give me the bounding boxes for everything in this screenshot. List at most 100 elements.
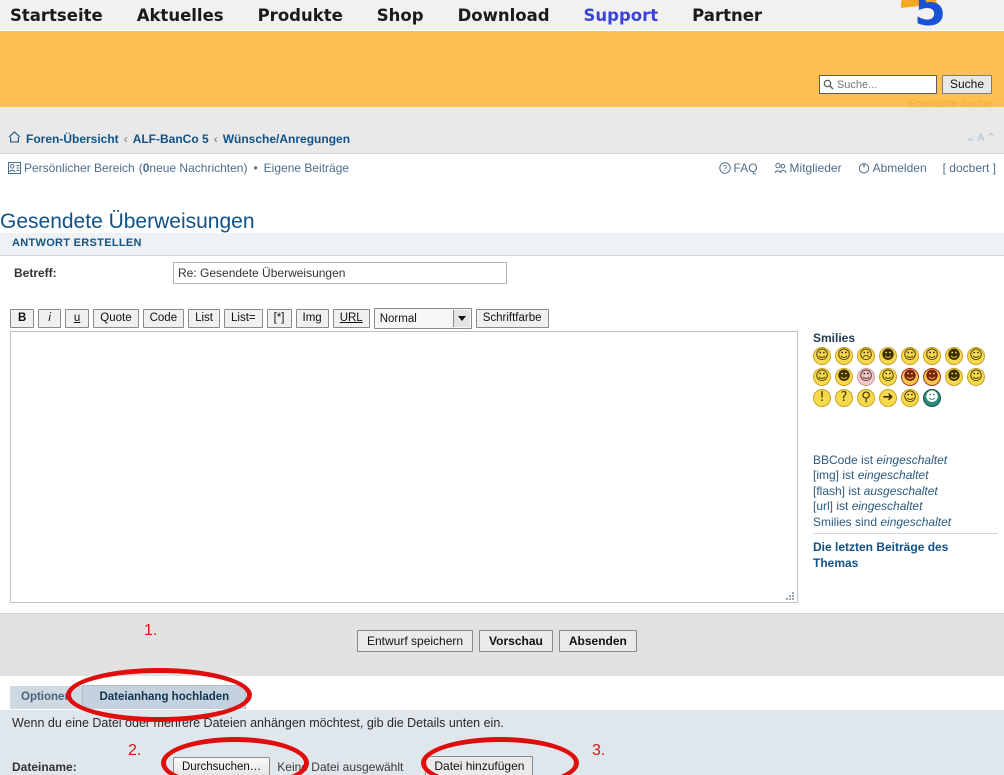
action-button-absenden[interactable]: Absenden: [558, 630, 637, 652]
breadcrumb-item-2[interactable]: Wünsche/Anregungen: [223, 132, 350, 146]
bbcode-button-url[interactable]: URL: [332, 309, 370, 328]
panel-tabs: Optionen Dateianhang hochladen: [10, 685, 247, 709]
font-size-select[interactable]: Normal: [373, 308, 472, 329]
breadcrumb-item-0[interactable]: Foren-Übersicht: [26, 132, 119, 146]
bbcode-button-code[interactable]: Code: [142, 309, 185, 328]
bbcode-info-state: ausgeschaltet: [863, 483, 938, 498]
bbcode-info-name: [flash]: [813, 483, 846, 498]
annotation-number-2: 2.: [128, 742, 142, 759]
font-size-increase-icon[interactable]: ⌃: [987, 133, 996, 144]
bbcode-info-verb: ist: [839, 468, 858, 483]
user-card-icon: [8, 162, 21, 174]
own-posts-link[interactable]: Eigene Beiträge: [264, 161, 349, 175]
font-color-button[interactable]: Schriftfarbe: [475, 309, 549, 328]
breadcrumb-item-1[interactable]: ALF-BanCo 5: [133, 132, 209, 146]
page-title: Gesendete Überweisungen: [0, 210, 255, 234]
action-button-entwurf[interactable]: Entwurf speichern: [357, 630, 474, 652]
username-label: [ docbert ]: [942, 161, 996, 175]
nav-item-aktuelles[interactable]: Aktuelles: [137, 6, 224, 25]
bbcode-info-state: eingeschaltet: [857, 468, 929, 483]
attachment-note: Wenn du eine Datei oder mehrere Dateien …: [12, 716, 504, 730]
smiley-question-icon[interactable]: ?: [835, 389, 853, 407]
search-box[interactable]: [818, 75, 937, 94]
bbcode-button-i[interactable]: i: [38, 309, 61, 328]
font-size-reset-icon[interactable]: A: [977, 133, 985, 144]
smiley-sad-icon[interactable]: ☹: [857, 347, 875, 365]
nav-item-download[interactable]: Download: [458, 6, 550, 25]
user-links-left: Persönlicher Bereich ( 0 neue Nachrichte…: [8, 161, 349, 175]
smiley-embarrassed-icon[interactable]: ☺: [857, 368, 875, 386]
smiley-shocked-icon[interactable]: ☺: [901, 347, 919, 365]
tab-optionen[interactable]: Optionen: [10, 686, 83, 709]
nav-item-shop[interactable]: Shop: [377, 6, 424, 25]
page-root: Startseite Aktuelles Produkte Shop Download S…: [0, 0, 1004, 775]
smiley-laughing-icon[interactable]: ☺: [967, 347, 985, 365]
subject-label: Betreff:: [14, 266, 57, 280]
smiley-very-happy-icon[interactable]: ☺: [813, 347, 831, 365]
smiley-cool-icon[interactable]: ☻: [945, 347, 963, 365]
add-file-button[interactable]: Datei hinzufügen: [425, 756, 534, 775]
personal-area-link[interactable]: Persönlicher Bereich: [24, 161, 135, 175]
font-size-tools[interactable]: ⌄ A ⌃: [966, 133, 996, 144]
smiley-rolling-eyes-icon[interactable]: ☻: [945, 368, 963, 386]
bbcode-button-list[interactable]: List: [188, 309, 221, 328]
message-textarea[interactable]: [10, 331, 798, 603]
nav-item-produkte[interactable]: Produkte: [258, 6, 343, 25]
bbcode-button-[interactable]: [*]: [266, 309, 292, 328]
bbcode-info-verb: sind: [851, 514, 881, 529]
latest-posts-link[interactable]: Die letzten Beiträge des Themas: [813, 539, 993, 571]
browse-button[interactable]: Durchsuchen…: [173, 756, 271, 775]
chevron-down-icon[interactable]: [452, 310, 470, 327]
smiley-neutral-icon[interactable]: ☺: [813, 368, 831, 386]
search-button[interactable]: Suche: [941, 75, 992, 94]
bbcode-button-quote[interactable]: Quote: [93, 309, 139, 328]
bbcode-info-verb: ist: [845, 483, 864, 498]
logout-link[interactable]: Abmelden: [858, 161, 927, 175]
smiley-twisted-evil-icon[interactable]: ☻: [923, 368, 941, 386]
smiley-mrgreen-icon[interactable]: ☻: [923, 389, 941, 407]
smiley-idea-icon[interactable]: ⚲: [857, 389, 875, 407]
smiley-evil-icon[interactable]: ☻: [901, 368, 919, 386]
annotation-number-3: 3.: [592, 742, 606, 759]
tab-dateianhang[interactable]: Dateianhang hochladen: [82, 685, 247, 709]
search-input[interactable]: [836, 78, 933, 91]
smiley-arrow-icon[interactable]: ➜: [879, 389, 897, 407]
font-size-decrease-icon[interactable]: ⌄: [966, 133, 975, 144]
question-icon: ?: [718, 162, 731, 174]
nav-item-support[interactable]: Support: [584, 6, 659, 25]
bbcode-button-b[interactable]: B: [10, 309, 35, 328]
bbcode-button-u[interactable]: u: [64, 309, 90, 328]
members-icon: [774, 162, 787, 174]
breadcrumb-separator: ‹: [123, 131, 128, 146]
smiley-surprised-icon[interactable]: ☻: [879, 347, 897, 365]
breadcrumb: Foren-Übersicht ‹ ALF-BanCo 5 ‹ Wünsche/Anre…: [8, 131, 350, 146]
bbcode-button-list[interactable]: List=: [224, 309, 263, 328]
smiley-exclamation-icon[interactable]: !: [813, 389, 831, 407]
smiley-confused-icon[interactable]: ☺: [923, 347, 941, 365]
bbcode-info: BBCode ist eingeschaltet [img] ist einges…: [813, 453, 998, 530]
messages-text: neue Nachrichten): [149, 161, 248, 175]
bbcode-info-divider: [813, 533, 998, 534]
smiley-wink-icon[interactable]: ☺: [967, 368, 985, 386]
nav-item-startseite[interactable]: Startseite: [10, 6, 103, 25]
filename-label: Dateiname:: [12, 759, 77, 774]
nav-item-partner[interactable]: Partner: [692, 6, 762, 25]
action-button-vorschau[interactable]: Vorschau: [479, 630, 553, 652]
bbcode-info-state: eingeschaltet: [851, 499, 923, 514]
subject-input[interactable]: [173, 262, 507, 284]
smilies-grid: ☺ ☺ ☹ ☻ ☺ ☺ ☻ ☺ ☺ ☻ ☺ ☺ ☻ ☻ ☻ ☺!? ⚲ ➜ ☺ ☻: [813, 347, 993, 407]
bbcode-button-img[interactable]: Img: [295, 309, 329, 328]
breadcrumb-bar: Foren-Übersicht ‹ ALF-BanCo 5 ‹ Wünsche/Anre…: [0, 107, 1004, 153]
smiley-smile-icon[interactable]: ☺: [835, 347, 853, 365]
faq-link[interactable]: ? FAQ: [718, 161, 758, 175]
bbcode-info-line: [url] ist eingeschaltet: [813, 499, 998, 514]
smiley-razz-icon[interactable]: ☻: [835, 368, 853, 386]
file-input[interactable]: Durchsuchen… Keine Datei ausgewählt: [173, 756, 404, 775]
bbcode-info-state: eingeschaltet: [876, 453, 948, 467]
members-link[interactable]: Mitglieder: [774, 161, 842, 175]
smiley-neutral-2-icon[interactable]: ☺: [901, 389, 919, 407]
svg-text:?: ?: [722, 164, 727, 173]
smilies-title: Smilies: [813, 331, 856, 345]
smiley-crying-icon[interactable]: ☺: [879, 368, 897, 386]
bbcode-info-line: BBCode ist eingeschaltet: [813, 453, 998, 468]
